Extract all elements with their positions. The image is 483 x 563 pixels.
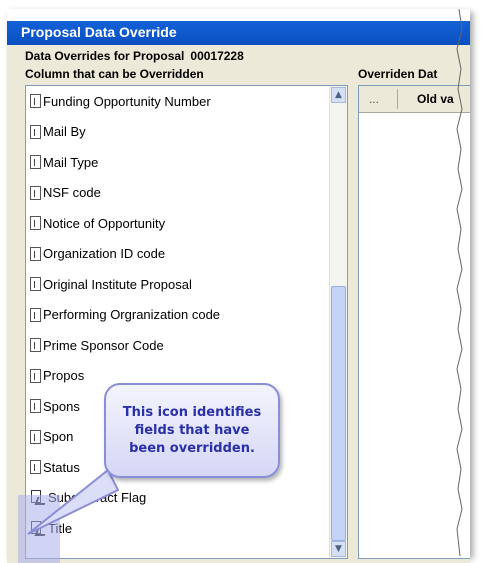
- scroll-down-button[interactable]: ▼: [331, 541, 346, 557]
- document-icon: [30, 124, 41, 139]
- proposal-heading-label: Data Overrides for Proposal: [25, 49, 185, 63]
- list-item[interactable]: Mail By: [26, 117, 329, 148]
- list-item[interactable]: NSF code: [26, 178, 329, 209]
- window-title: Proposal Data Override: [21, 24, 177, 40]
- document-icon: [30, 277, 41, 292]
- overridden-data-header: Overriden Dat: [358, 67, 438, 81]
- list-item[interactable]: Performing Orgranization code: [26, 300, 329, 331]
- document-icon: [30, 216, 41, 231]
- list-item[interactable]: Mail Type: [26, 147, 329, 178]
- callout-text: This icon identifies fields that have be…: [122, 404, 262, 456]
- torn-edge: [456, 9, 463, 556]
- list-item[interactable]: Original Institute Proposal: [26, 269, 329, 300]
- document-icon: [30, 94, 41, 109]
- list-item[interactable]: Organization ID code: [26, 239, 329, 270]
- proposal-number: 00017228: [190, 49, 244, 63]
- grid-header-ellipsis[interactable]: ...: [369, 92, 379, 106]
- list-item-label: Notice of Opportunity: [43, 215, 166, 231]
- callout-pointer: [27, 468, 120, 535]
- document-icon: [30, 368, 41, 383]
- proposal-heading: Data Overrides for Proposal 00017228: [25, 49, 244, 63]
- grid-header-divider: [397, 89, 398, 109]
- scroll-thumb[interactable]: [331, 286, 346, 541]
- list-item-label: Spons: [43, 398, 80, 414]
- document-icon: [30, 185, 41, 200]
- list-item-label: Original Institute Proposal: [43, 276, 192, 292]
- document-icon: [30, 399, 41, 414]
- list-item-label: Prime Sponsor Code: [43, 337, 164, 353]
- document-icon: [30, 155, 41, 170]
- columns-list-header: Column that can be Overridden: [25, 67, 204, 81]
- list-item-label: NSF code: [43, 185, 101, 201]
- list-item-label: Mail Type: [43, 154, 99, 170]
- title-bar: Proposal Data Override: [7, 21, 470, 45]
- document-icon: [30, 338, 41, 353]
- list-item-label: Performing Orgranization code: [43, 307, 221, 323]
- list-item-label: Propos: [43, 368, 85, 384]
- document-icon: [30, 429, 41, 444]
- document-icon: [30, 307, 41, 322]
- scroll-up-button[interactable]: ▲: [331, 87, 346, 103]
- list-item[interactable]: Prime Sponsor Code: [26, 330, 329, 361]
- document-icon: [30, 246, 41, 261]
- list-item-label: Organization ID code: [43, 246, 166, 262]
- list-item[interactable]: Funding Opportunity Number: [26, 86, 329, 117]
- list-item-label: Mail By: [43, 124, 86, 140]
- list-scrollbar[interactable]: ▲ ▼: [329, 86, 347, 558]
- list-item[interactable]: Notice of Opportunity: [26, 208, 329, 239]
- list-item-label: Spon: [43, 429, 74, 445]
- callout-bubble: This icon identifies fields that have be…: [104, 383, 280, 478]
- grid-header-old-value[interactable]: Old va: [417, 92, 454, 106]
- list-item-label: Funding Opportunity Number: [43, 93, 211, 109]
